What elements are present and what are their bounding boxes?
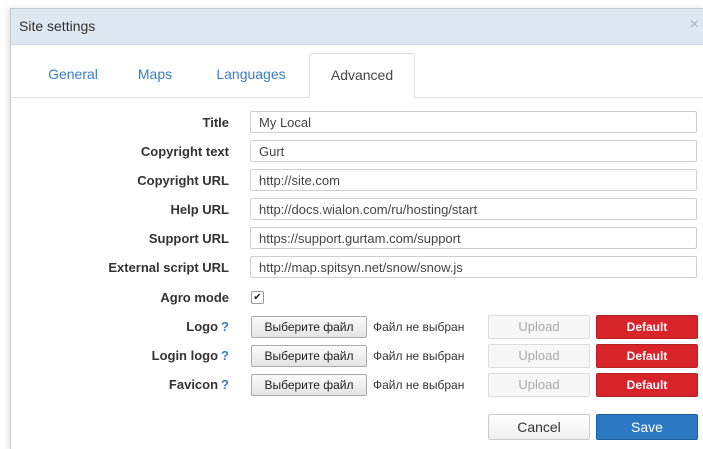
cancel-button[interactable]: Cancel bbox=[488, 414, 590, 440]
logo-label-text: Logo bbox=[186, 319, 219, 334]
title-input[interactable] bbox=[250, 111, 697, 133]
help-url-input[interactable] bbox=[250, 198, 697, 220]
external-script-url-input[interactable] bbox=[250, 256, 697, 278]
save-button[interactable]: Save bbox=[596, 414, 698, 440]
favicon-no-file-text: Файл не выбран bbox=[373, 378, 465, 392]
logo-default-button[interactable]: Default bbox=[596, 315, 698, 339]
login-logo-label-text: Login logo bbox=[151, 348, 219, 363]
login-logo-choose-file-button[interactable]: Выберите файл bbox=[251, 345, 367, 367]
external-script-url-label: External script URL bbox=[108, 260, 229, 275]
copyright-url-label: Copyright URL bbox=[137, 173, 229, 188]
copyright-url-input[interactable] bbox=[250, 169, 697, 191]
logo-help-icon[interactable]: ? bbox=[221, 319, 229, 334]
tab-advanced[interactable]: Advanced bbox=[309, 53, 415, 98]
login-logo-default-button[interactable]: Default bbox=[596, 344, 698, 368]
tab-general[interactable]: General bbox=[31, 53, 115, 96]
copyright-text-label: Copyright text bbox=[140, 144, 229, 159]
logo-upload-button[interactable]: Upload bbox=[488, 315, 590, 339]
favicon-label: Favicon? bbox=[69, 377, 229, 392]
login-logo-no-file-text: Файл не выбран bbox=[373, 349, 465, 363]
support-url-input[interactable] bbox=[250, 227, 697, 249]
title-label: Title bbox=[202, 115, 230, 130]
settings-tabs: General Maps Languages Advanced bbox=[11, 53, 703, 98]
site-settings-dialog: Site settings × General Maps Languages A… bbox=[10, 8, 703, 449]
login-logo-label: Login logo? bbox=[69, 348, 229, 363]
favicon-label-text: Favicon bbox=[168, 377, 219, 392]
favicon-upload-button[interactable]: Upload bbox=[488, 373, 590, 397]
logo-label: Logo? bbox=[69, 319, 229, 334]
logo-choose-file-button[interactable]: Выберите файл bbox=[251, 316, 367, 338]
help-url-label: Help URL bbox=[170, 202, 230, 217]
support-url-label: Support URL bbox=[148, 231, 229, 246]
agro-mode-checkbox[interactable]: ✔ bbox=[251, 291, 264, 304]
tab-maps[interactable]: Maps bbox=[127, 53, 183, 96]
dialog-titlebar: Site settings × bbox=[11, 9, 703, 45]
dialog-title: Site settings bbox=[19, 18, 96, 34]
favicon-help-icon[interactable]: ? bbox=[221, 377, 229, 392]
copyright-text-input[interactable] bbox=[250, 140, 697, 162]
login-logo-upload-button[interactable]: Upload bbox=[488, 344, 590, 368]
logo-no-file-text: Файл не выбран bbox=[373, 320, 465, 334]
tab-languages[interactable]: Languages bbox=[201, 53, 301, 96]
favicon-default-button[interactable]: Default bbox=[596, 373, 698, 397]
agro-mode-label: Agro mode bbox=[160, 290, 229, 305]
favicon-choose-file-button[interactable]: Выберите файл bbox=[251, 374, 367, 396]
close-icon[interactable]: × bbox=[690, 16, 699, 34]
login-logo-help-icon[interactable]: ? bbox=[221, 348, 229, 363]
